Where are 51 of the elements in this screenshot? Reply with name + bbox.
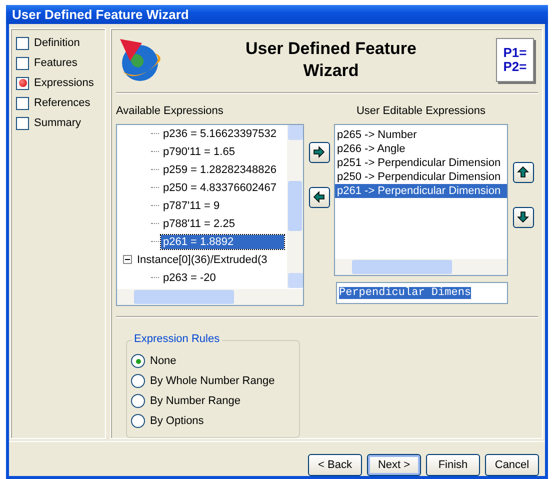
- group-title: Expression Rules: [132, 333, 222, 345]
- radio-label[interactable]: By Number Range: [150, 395, 240, 407]
- radio-button[interactable]: [131, 394, 145, 408]
- list-item[interactable]: p265 -> Number: [335, 128, 507, 142]
- remove-button[interactable]: [308, 186, 330, 208]
- radio-button[interactable]: [131, 414, 145, 428]
- radio-button[interactable]: [131, 354, 145, 368]
- tree-item[interactable]: p261 = 1.8892: [161, 234, 284, 249]
- badge-text: P1=: [503, 46, 527, 60]
- tree-item[interactable]: p790'11 = 1.65: [161, 144, 237, 159]
- vertical-scrollbar[interactable]: [287, 124, 303, 288]
- tree-item[interactable]: p250 = 4.83376602467: [161, 180, 278, 195]
- tree-item[interactable]: p259 = 1.28282348826: [161, 162, 278, 177]
- list-item[interactable]: p251 -> Perpendicular Dimension: [335, 156, 507, 170]
- name-field[interactable]: Perpendicular Dimens: [336, 282, 508, 304]
- radio-label[interactable]: None: [150, 355, 176, 367]
- tree-item[interactable]: p787'11 = 9: [161, 198, 222, 213]
- move-up-button[interactable]: [512, 162, 534, 183]
- radio-label[interactable]: By Options: [150, 415, 204, 427]
- list-item[interactable]: p250 -> Perpendicular Dimension: [335, 170, 507, 184]
- wizard-button[interactable]: < Back: [308, 454, 362, 476]
- step-label[interactable]: Features: [34, 57, 78, 69]
- radio-label[interactable]: By Whole Number Range: [150, 375, 275, 387]
- tree-item[interactable]: p236 = 5.16623397532: [161, 126, 278, 141]
- available-label: Available Expressions: [116, 104, 224, 119]
- tree-node[interactable]: Instance[0](36)/Extruded(3: [135, 252, 270, 267]
- wizard-title: User Defined Feature Wizard: [244, 38, 418, 82]
- step-label[interactable]: Definition: [34, 37, 80, 49]
- down-arrow-icon: [517, 211, 529, 224]
- expander-icon[interactable]: [123, 255, 132, 264]
- editable-label: User Editable Expressions: [355, 104, 486, 119]
- tree-item[interactable]: p788'11 = 2.25: [161, 216, 237, 231]
- wizard-button[interactable]: Next >: [367, 454, 421, 476]
- step-label[interactable]: Summary: [34, 117, 82, 129]
- radio-button[interactable]: [131, 374, 145, 388]
- tree-item[interactable]: p263 = -20: [161, 270, 218, 285]
- move-down-button[interactable]: [512, 206, 534, 228]
- badge-text: P2=: [503, 60, 527, 74]
- left-arrow-icon: [313, 191, 325, 204]
- list-item[interactable]: p266 -> Angle: [335, 142, 507, 156]
- horizontal-scrollbar[interactable]: [335, 258, 507, 275]
- step-label[interactable]: Expressions: [34, 77, 94, 89]
- up-arrow-icon: [517, 166, 529, 178]
- add-button[interactable]: [308, 142, 330, 163]
- wizard-button[interactable]: Finish: [426, 454, 480, 476]
- list-item[interactable]: p261 -> Perpendicular Dimension: [335, 184, 507, 198]
- right-arrow-icon: [313, 146, 325, 158]
- step-label[interactable]: References: [34, 97, 90, 109]
- horizontal-scrollbar[interactable]: [117, 288, 303, 305]
- window-title: User Defined Feature Wizard: [12, 7, 189, 22]
- wizard-button[interactable]: Cancel: [485, 454, 539, 476]
